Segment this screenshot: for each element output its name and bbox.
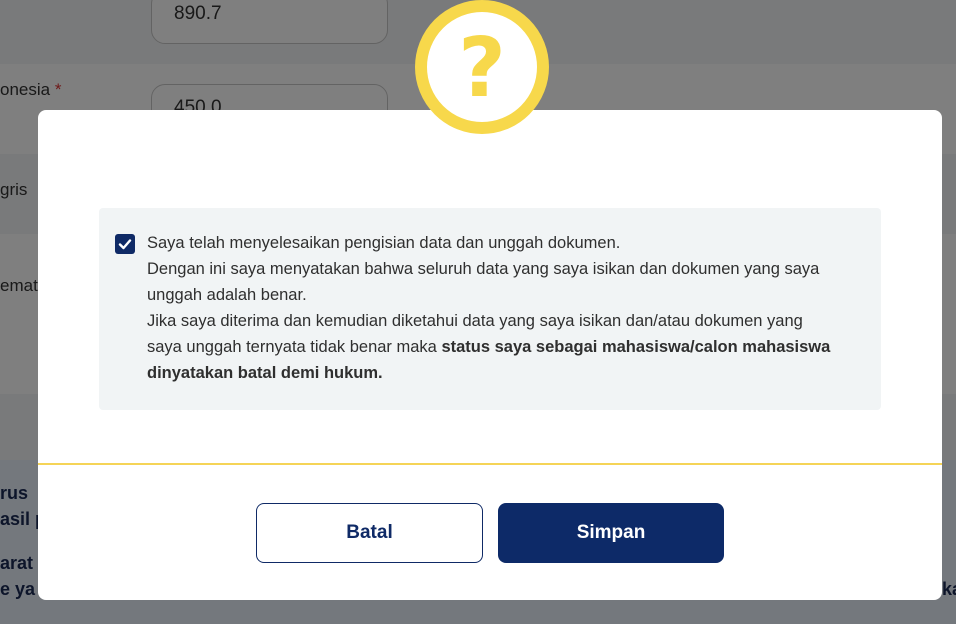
confirmation-modal: Saya telah menyelesaikan pengisian data … — [38, 110, 942, 600]
agreement-statement: Saya telah menyelesaikan pengisian data … — [147, 230, 841, 386]
cancel-button[interactable]: Batal — [256, 503, 483, 563]
question-icon: ? — [415, 0, 549, 134]
checkmark-icon — [118, 239, 132, 250]
statement-line: Saya telah menyelesaikan pengisian data … — [147, 234, 621, 252]
footer-divider — [38, 463, 942, 465]
question-glyph: ? — [458, 21, 506, 116]
agreement-box: Saya telah menyelesaikan pengisian data … — [99, 208, 881, 410]
agreement-checkbox[interactable] — [115, 234, 135, 254]
save-button[interactable]: Simpan — [498, 503, 724, 563]
statement-line: Dengan ini saya menyatakan bahwa seluruh… — [147, 260, 820, 304]
